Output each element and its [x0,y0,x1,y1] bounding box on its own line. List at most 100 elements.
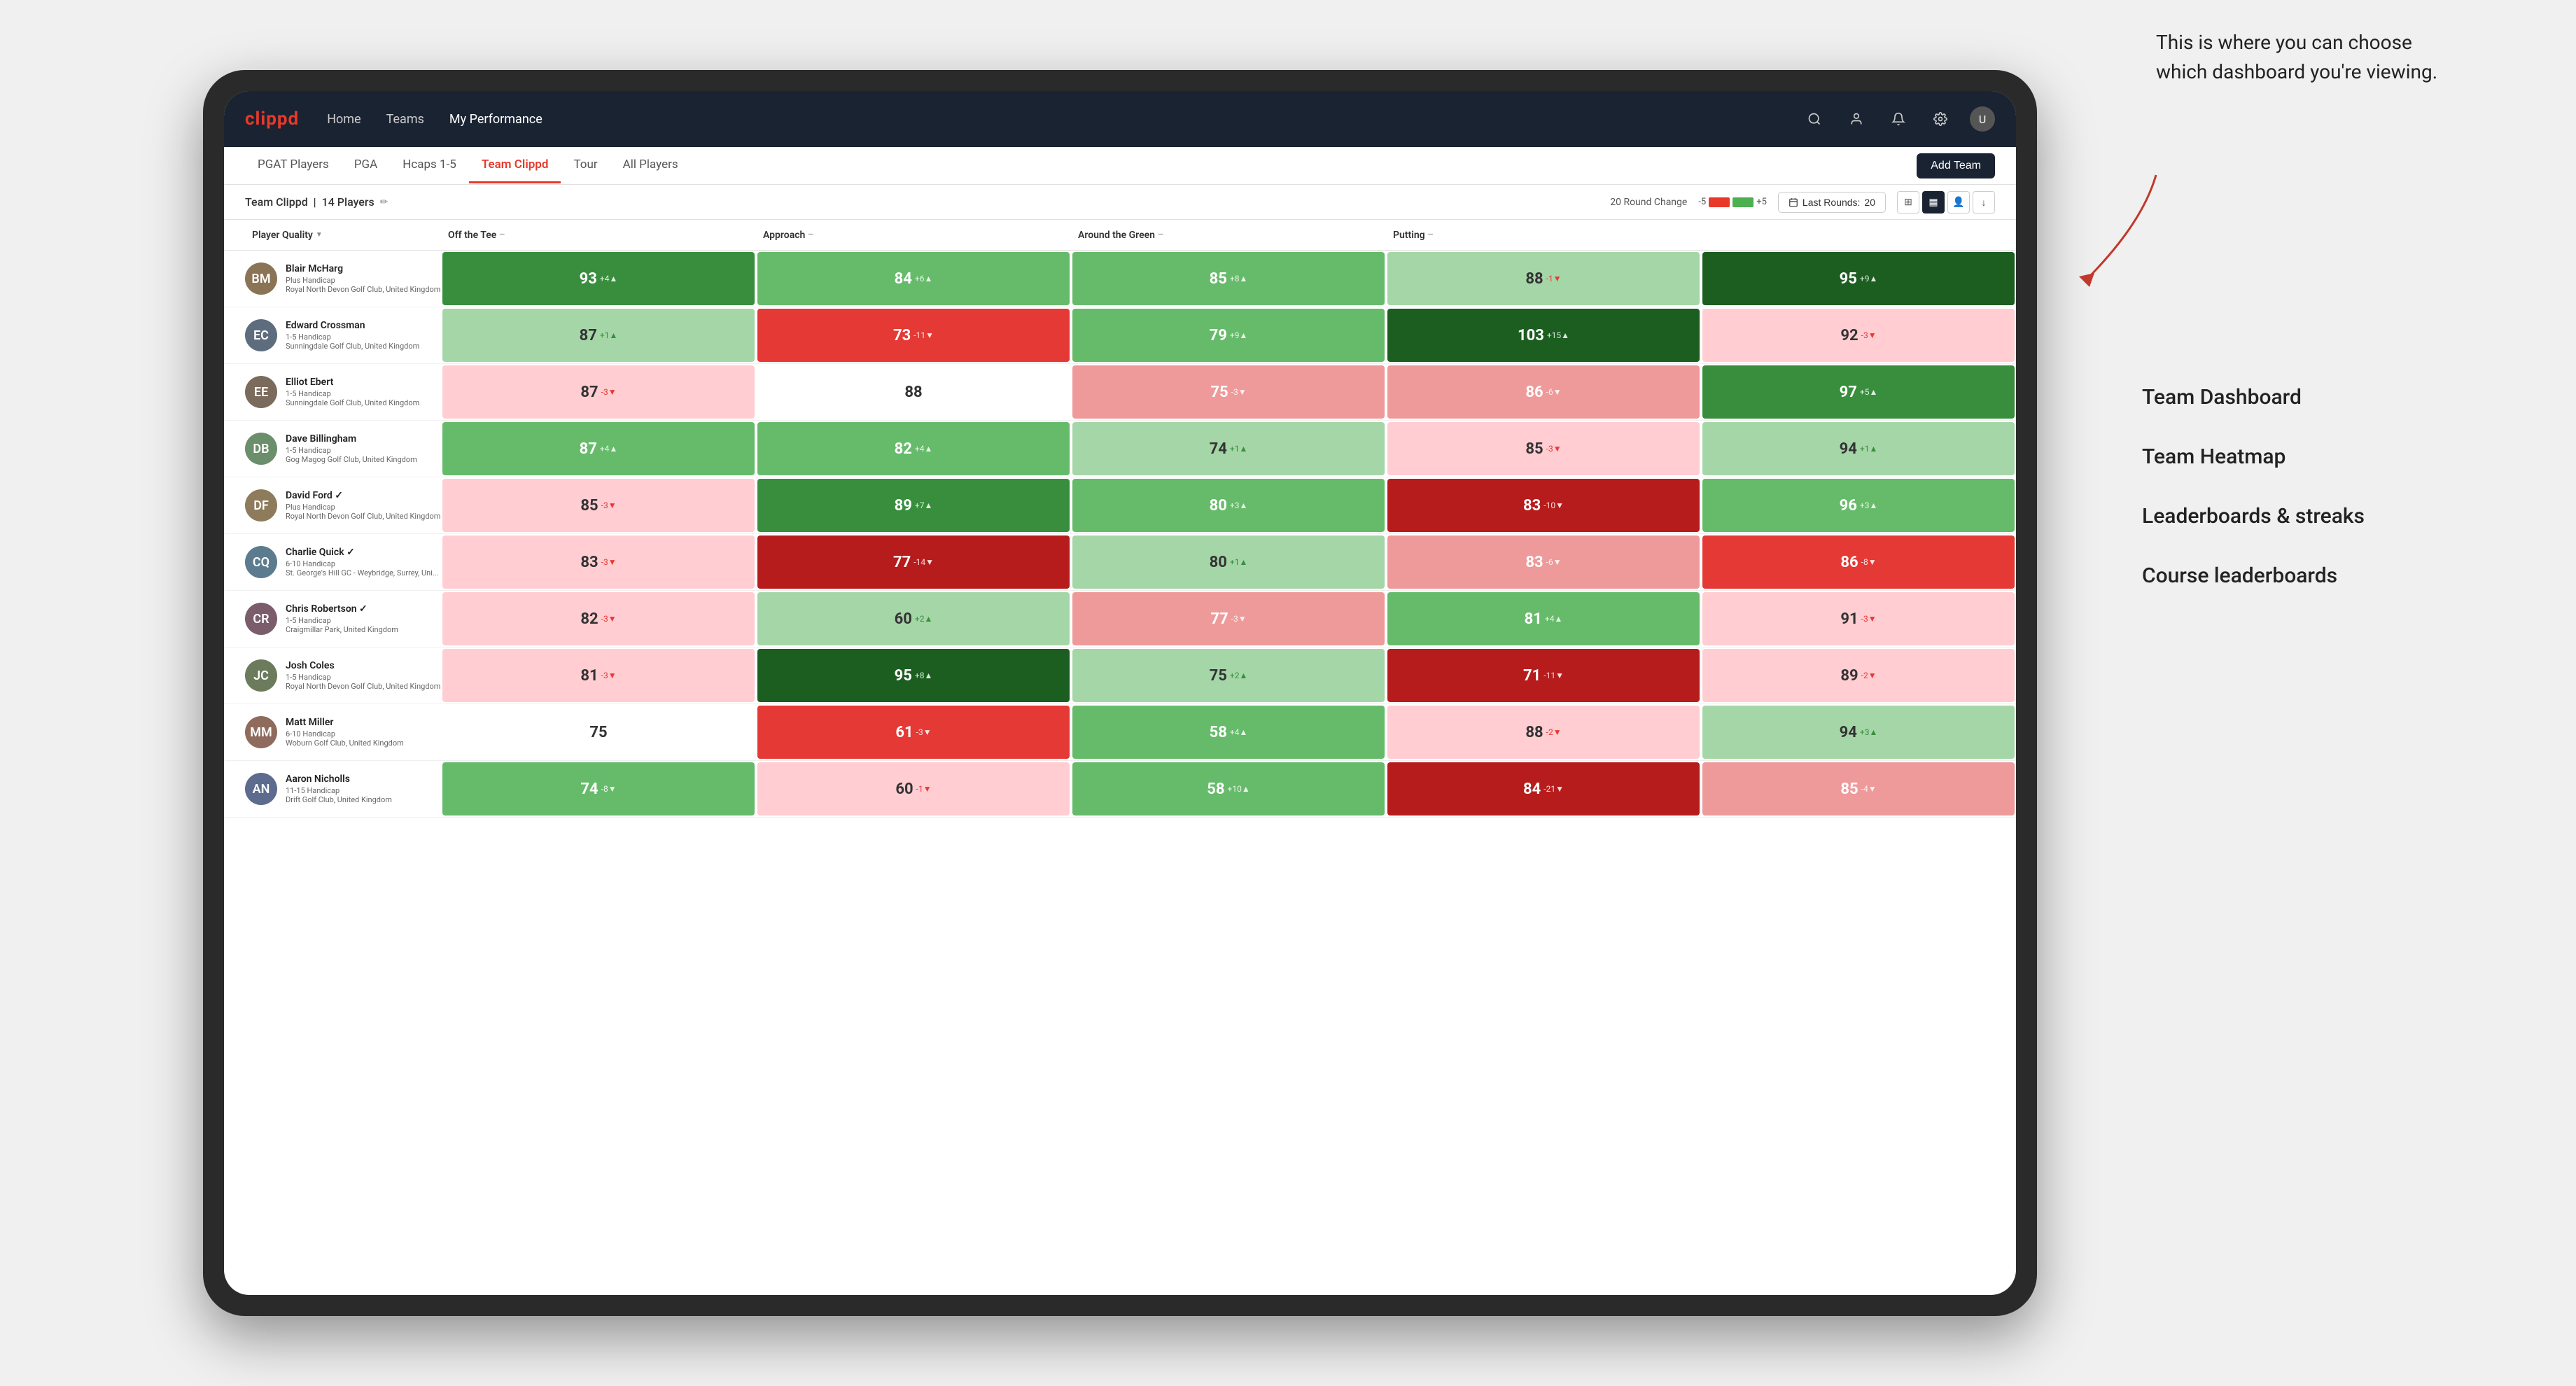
player-details: Charlie Quick ✓ 6-10 Handicap St. George… [286,547,441,578]
sub-nav-tour[interactable]: Tour [561,148,610,183]
stat-cell: 58 +4▲ [1072,706,1385,759]
player-details: Matt Miller 6-10 Handicap Woburn Golf Cl… [286,717,441,748]
player-details: David Ford ✓ Plus Handicap Royal North D… [286,490,441,521]
table-row[interactable]: EE Elliot Ebert 1-5 Handicap Sunningdale… [224,364,2016,421]
tee-sort-arrow[interactable]: — [499,231,505,239]
stat-cell: 81 +4▲ [1387,592,1700,645]
player-name: Elliot Ebert [286,377,441,388]
stat-cell: 85 -3▼ [442,479,755,532]
team-controls: 20 Round Change -5 +5 Last Rounds: 20 ⊞ [1610,191,1995,214]
stat-value: 84 [895,270,912,288]
putting-sort-arrow[interactable]: — [1428,231,1434,239]
settings-icon[interactable] [1928,106,1953,132]
stat-value: 87 [580,384,598,401]
stat-value: 88 [1525,724,1543,741]
player-handicap: 1-5 Handicap [286,673,441,682]
stat-value: 92 [1840,327,1858,344]
stat-cell: 103 +15▲ [1387,309,1700,362]
stat-value: 75 [1210,384,1228,401]
sub-nav-pgat[interactable]: PGAT Players [245,148,342,183]
stat-cell: 89 +7▲ [757,479,1070,532]
avatar: BM [245,262,277,295]
table-row[interactable]: DF David Ford ✓ Plus Handicap Royal Nort… [224,477,2016,534]
player-name: Blair McHarg [286,263,441,274]
person-icon[interactable] [1844,106,1869,132]
stat-value: 87 [580,327,597,344]
sidebar-label-heatmap[interactable]: Team Heatmap [2142,444,2492,469]
stat-cell: 84 -21▼ [1387,762,1700,816]
nav-bar: clippd Home Teams My Performance [224,91,2016,147]
grid-view-button[interactable]: ⊞ [1897,191,1919,214]
sub-nav-hcaps[interactable]: Hcaps 1-5 [390,148,469,183]
sub-nav-team-clippd[interactable]: Team Clippd [469,148,561,183]
stat-cell: 75 -3▼ [1072,365,1385,419]
stat-value: 82 [580,610,598,628]
bell-icon[interactable] [1886,106,1911,132]
sub-nav-pga[interactable]: PGA [342,148,390,183]
table-row[interactable]: JC Josh Coles 1-5 Handicap Royal North D… [224,648,2016,704]
user-avatar[interactable]: U [1970,106,1995,132]
stat-cell: 80 +3▲ [1072,479,1385,532]
around-green-sort-arrow[interactable]: — [1158,231,1163,239]
stat-cell: 80 +1▲ [1072,536,1385,589]
edit-team-icon[interactable]: ✏ [380,197,388,208]
player-handicap: 1-5 Handicap [286,446,441,455]
table-row[interactable]: CQ Charlie Quick ✓ 6-10 Handicap St. Geo… [224,534,2016,591]
column-headers: Player Quality ▼ Off the Tee — Approach … [224,220,2016,251]
player-info: MM Matt Miller 6-10 Handicap Woburn Golf… [245,709,441,755]
player-info: DB Dave Billingham 1-5 Handicap Gog Mago… [245,426,441,472]
stat-value: 58 [1210,724,1227,741]
stat-cell: 77 -14▼ [757,536,1070,589]
table-row[interactable]: EC Edward Crossman 1-5 Handicap Sunningd… [224,307,2016,364]
stat-cell: 95 +8▲ [757,649,1070,702]
table-row[interactable]: MM Matt Miller 6-10 Handicap Woburn Golf… [224,704,2016,761]
search-icon[interactable] [1802,106,1827,132]
player-info: CQ Charlie Quick ✓ 6-10 Handicap St. Geo… [245,539,441,585]
stat-value: 80 [1210,497,1227,514]
last-rounds-button[interactable]: Last Rounds: 20 [1778,192,1886,213]
add-team-button[interactable]: Add Team [1917,153,1995,178]
team-header: Team Clippd | 14 Players ✏ 20 Round Chan… [224,185,2016,220]
avatar: CR [245,603,277,635]
nav-links: Home Teams My Performance [327,109,1802,130]
sub-nav: PGAT Players PGA Hcaps 1-5 Team Clippd T… [224,147,2016,185]
stat-cell: 97 +5▲ [1702,365,2015,419]
stat-cell: 88 [757,365,1070,419]
player-info: JC Josh Coles 1-5 Handicap Royal North D… [245,652,441,699]
person-view-button[interactable]: 👤 [1947,191,1970,214]
stat-value: 86 [1840,554,1858,571]
player-handicap: 11-15 Handicap [286,786,441,795]
avatar: MM [245,716,277,748]
col-player-quality: Player Quality ▼ [245,230,441,241]
stat-value: 75 [589,724,607,741]
sidebar-label-dashboard[interactable]: Team Dashboard [2142,385,2492,410]
round-change-scale: -5 +5 [1698,197,1767,207]
sidebar-label-course[interactable]: Course leaderboards [2142,564,2492,588]
table-row[interactable]: DB Dave Billingham 1-5 Handicap Gog Mago… [224,421,2016,477]
table-row[interactable]: AN Aaron Nicholls 11-15 Handicap Drift G… [224,761,2016,818]
stat-value: 88 [904,384,922,401]
sort-arrow[interactable]: ▼ [316,231,323,239]
sidebar-label-leaderboards[interactable]: Leaderboards & streaks [2142,504,2492,528]
nav-link-teams[interactable]: Teams [386,109,424,130]
approach-sort-arrow[interactable]: — [808,231,813,239]
sub-nav-all-players[interactable]: All Players [610,148,691,183]
avatar: AN [245,773,277,805]
stat-cell: 83 -10▼ [1387,479,1700,532]
table-row[interactable]: BM Blair McHarg Plus Handicap Royal Nort… [224,251,2016,307]
stat-cell: 85 +8▲ [1072,252,1385,305]
download-button[interactable]: ↓ [1973,191,1995,214]
stat-cell: 85 -4▼ [1702,762,2015,816]
stat-value: 75 [1210,667,1227,685]
stat-cell: 92 -3▼ [1702,309,2015,362]
stat-value: 82 [895,440,912,458]
player-name: Chris Robertson ✓ [286,603,441,615]
table-row[interactable]: CR Chris Robertson ✓ 1-5 Handicap Craigm… [224,591,2016,648]
team-name: Team Clippd | 14 Players [245,195,374,209]
stat-cell: 83 -6▼ [1387,536,1700,589]
nav-link-myperformance[interactable]: My Performance [449,109,542,130]
heatmap-view-button[interactable]: ▦ [1922,191,1945,214]
stat-value: 96 [1840,497,1857,514]
nav-logo: clippd [245,108,299,130]
nav-link-home[interactable]: Home [327,109,360,130]
